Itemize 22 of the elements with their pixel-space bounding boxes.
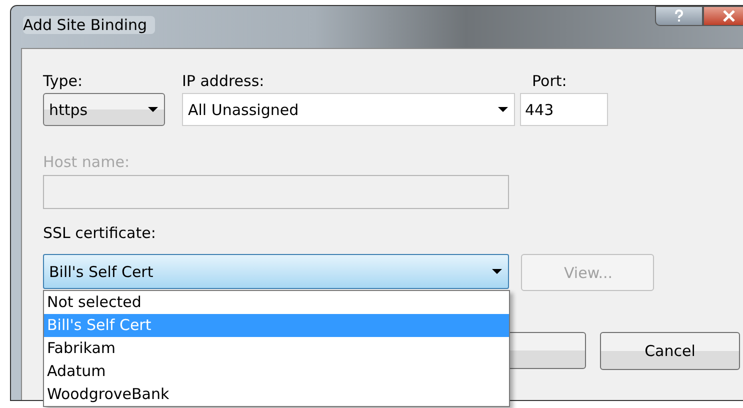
dropdown-arrow-icon — [492, 269, 502, 274]
certificate-option[interactable]: Adatum — [44, 360, 509, 383]
type-label: Type: — [43, 71, 84, 92]
help-icon — [672, 9, 686, 23]
port-label: Port: — [532, 71, 568, 92]
help-button[interactable] — [655, 6, 703, 26]
dropdown-arrow-icon — [498, 107, 508, 112]
host-name-label: Host name: — [43, 152, 130, 173]
ip-address-dropdown[interactable]: All Unassigned — [182, 93, 515, 126]
type-dropdown[interactable]: https — [43, 93, 165, 126]
certificate-option[interactable]: Fabrikam — [44, 337, 509, 360]
ssl-certificate-dropdown[interactable]: Bill's Self Cert — [43, 254, 509, 289]
certificate-option[interactable]: Not selected — [44, 291, 509, 314]
cancel-button[interactable]: Cancel — [600, 332, 740, 370]
dropdown-arrow-icon — [148, 107, 158, 112]
window-title: Add Site Binding — [23, 16, 156, 34]
port-field[interactable]: 443 — [520, 93, 608, 126]
ip-address-label: IP address: — [182, 71, 266, 92]
ssl-certificate-label: SSL certificate: — [43, 223, 156, 244]
close-icon — [722, 10, 736, 22]
close-button[interactable] — [703, 6, 743, 26]
certificate-option[interactable]: WoodgroveBank — [44, 383, 509, 406]
